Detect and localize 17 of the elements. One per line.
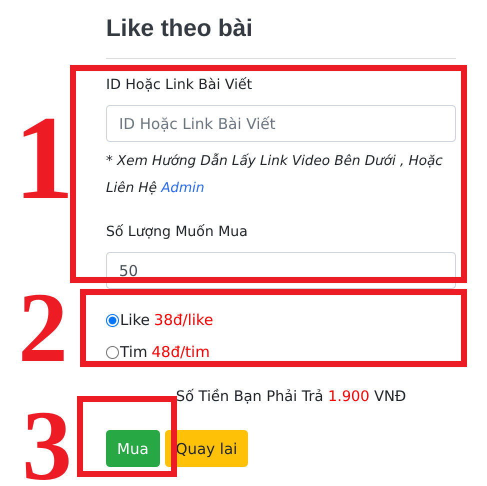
field-label: Số Lượng Muốn Mua (106, 223, 249, 242)
radio-button[interactable] (106, 346, 119, 358)
option-label: Tim (120, 342, 148, 363)
price-text: 38đ/like (154, 310, 214, 331)
annotation-number: 2 (18, 278, 68, 378)
price-text: 48đ/tim (151, 342, 210, 363)
hint-text: * Xem Hướng Dẫn Lấy Link Video Bên Dưới , Hoặc Liên Hệ Admin (106, 152, 444, 198)
total-text: Số Tiền Bạn Phải Trả 1.900 VNĐ (174, 389, 408, 405)
back-button[interactable]: Quay lai (164, 430, 248, 467)
annotation-number: 1 (14, 98, 74, 218)
admin-link[interactable]: Admin (161, 180, 204, 196)
page-title: Like theo bài (106, 14, 254, 44)
input-field[interactable]: ID Hoặc Link Bài Viết (106, 105, 456, 142)
field-label: ID Hoặc Link Bài Viết (106, 76, 254, 95)
radio-button[interactable] (106, 314, 119, 326)
annotation-number: 3 (22, 396, 72, 486)
option-label: Like (120, 310, 150, 331)
